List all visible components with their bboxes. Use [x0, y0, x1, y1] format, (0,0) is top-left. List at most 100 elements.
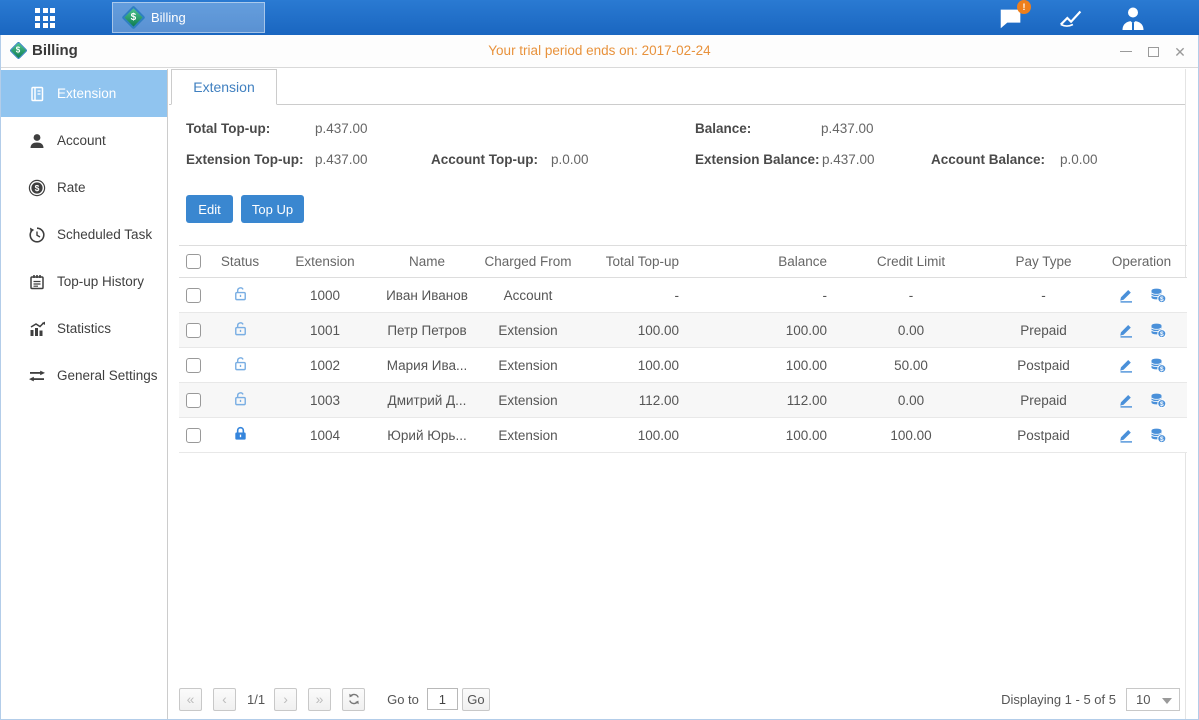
sidebar-item-label: Rate [57, 180, 86, 195]
cell-balance: 100.00 [693, 323, 831, 338]
refresh-icon[interactable] [342, 688, 365, 711]
row-checkbox[interactable] [186, 358, 201, 373]
dropdown-arrow-icon [1162, 698, 1172, 704]
table-header: Status Extension Name Charged From Total… [179, 245, 1187, 278]
sidebar-item-label: Extension [57, 86, 116, 101]
first-page-icon[interactable]: « [179, 688, 202, 711]
sidebar-item-general-settings[interactable]: General Settings [0, 352, 167, 399]
table-row: 1002 Мария Ива... Extension 100.00 100.0… [179, 348, 1187, 383]
statistics-icon [28, 320, 46, 338]
apps-grid-icon[interactable] [35, 8, 69, 28]
total-topup-label: Total Top-up: [186, 121, 270, 136]
sidebar-item-label: General Settings [57, 368, 158, 383]
topup-coins-icon[interactable]: $ [1149, 286, 1167, 304]
cell-extension: 1004 [271, 428, 379, 443]
billing-app-tab[interactable]: $ Billing [112, 2, 265, 33]
top-bar: $ Billing ! [0, 0, 1199, 35]
cell-pay-type: Prepaid [991, 323, 1096, 338]
cell-extension: 1000 [271, 288, 379, 303]
topup-coins-icon[interactable]: $ [1149, 321, 1167, 339]
topup-history-icon [28, 273, 46, 291]
sidebar-item-account[interactable]: Account [0, 117, 167, 164]
status-lock-icon[interactable] [232, 355, 249, 372]
billing-app-tab-label: Billing [151, 10, 186, 25]
cell-charged-from: Account [475, 288, 581, 303]
table-body: 1000 Иван Иванов Account - - - - [179, 278, 1187, 453]
sidebar-item-label: Top-up History [57, 274, 144, 289]
row-checkbox[interactable] [186, 323, 201, 338]
status-lock-icon[interactable] [232, 425, 249, 442]
person-icon [28, 132, 46, 150]
cell-pay-type: Postpaid [991, 428, 1096, 443]
cell-name: Мария Ива... [379, 358, 475, 373]
sidebar-item-scheduled-task[interactable]: Scheduled Task [0, 211, 167, 258]
sidebar-item-extension[interactable]: Extension [0, 70, 167, 117]
edit-button[interactable]: Edit [186, 195, 233, 223]
sidebar-item-statistics[interactable]: Statistics [0, 305, 167, 352]
chart-icon[interactable] [1058, 4, 1086, 32]
user-icon[interactable] [1119, 4, 1147, 32]
ledger-icon [28, 85, 46, 103]
tab-extension[interactable]: Extension [171, 69, 277, 105]
table-row: 1003 Дмитрий Д... Extension 112.00 112.0… [179, 383, 1187, 418]
edit-icon[interactable] [1117, 321, 1135, 339]
cell-credit-limit: 50.00 [831, 358, 991, 373]
next-page-icon[interactable]: › [274, 688, 297, 711]
column-extension: Extension [271, 254, 379, 269]
row-checkbox[interactable] [186, 393, 201, 408]
close-icon[interactable]: ✕ [1173, 45, 1187, 59]
cell-charged-from: Extension [475, 323, 581, 338]
pagination-bar: « ‹ 1/1 › » Go to Go Displaying 1 - 5 of… [179, 687, 1180, 711]
edit-icon[interactable] [1117, 356, 1135, 374]
cell-name: Иван Иванов [379, 288, 475, 303]
go-button[interactable]: Go [462, 688, 490, 711]
minimize-icon[interactable] [1119, 45, 1133, 59]
column-balance: Balance [693, 254, 831, 269]
cell-balance: 100.00 [693, 358, 831, 373]
cell-credit-limit: 0.00 [831, 323, 991, 338]
select-all-checkbox[interactable] [186, 254, 201, 269]
maximize-icon[interactable] [1146, 45, 1160, 59]
displaying-text: Displaying 1 - 5 of 5 [1001, 692, 1116, 707]
status-lock-icon[interactable] [232, 320, 249, 337]
cell-pay-type: Postpaid [991, 358, 1096, 373]
sidebar-item-rate[interactable]: $ Rate [0, 164, 167, 211]
prev-page-icon[interactable]: ‹ [213, 688, 236, 711]
extension-topup-label: Extension Top-up: [186, 152, 304, 167]
row-checkbox[interactable] [186, 288, 201, 303]
general-settings-icon [28, 367, 46, 385]
window-title-bar: $ Billing Your trial period ends on: 201… [0, 35, 1199, 68]
column-operation: Operation [1096, 254, 1187, 269]
balance-label: Balance: [695, 121, 751, 136]
sidebar: Extension Account $ Rate Scheduled Task … [0, 69, 168, 720]
status-lock-icon[interactable] [232, 390, 249, 407]
cell-charged-from: Extension [475, 428, 581, 443]
messages-icon[interactable]: ! [997, 4, 1025, 32]
sidebar-item-label: Account [57, 133, 106, 148]
sidebar-item-label: Scheduled Task [57, 227, 152, 242]
topup-coins-icon[interactable]: $ [1149, 426, 1167, 444]
topup-coins-icon[interactable]: $ [1149, 356, 1167, 374]
edit-icon[interactable] [1117, 286, 1135, 304]
topup-coins-icon[interactable]: $ [1149, 391, 1167, 409]
cell-charged-from: Extension [475, 393, 581, 408]
edit-icon[interactable] [1117, 391, 1135, 409]
topup-button[interactable]: Top Up [241, 195, 304, 223]
sidebar-item-topup-history[interactable]: Top-up History [0, 258, 167, 305]
status-lock-icon[interactable] [232, 285, 249, 302]
cell-name: Дмитрий Д... [379, 393, 475, 408]
cell-balance: 112.00 [693, 393, 831, 408]
balance-value: p.437.00 [821, 121, 874, 136]
page-size-value: 10 [1136, 692, 1150, 707]
edit-icon[interactable] [1117, 426, 1135, 444]
last-page-icon[interactable]: » [308, 688, 331, 711]
svg-text:$: $ [1159, 331, 1163, 338]
billing-diamond-icon: $ [121, 5, 145, 29]
column-charged-from: Charged From [475, 254, 581, 269]
goto-page-input[interactable] [427, 688, 458, 710]
scheduled-task-icon [28, 226, 46, 244]
cell-extension: 1001 [271, 323, 379, 338]
row-checkbox[interactable] [186, 428, 201, 443]
account-topup-label: Account Top-up: [431, 152, 538, 167]
page-size-select[interactable]: 10 [1126, 688, 1180, 711]
